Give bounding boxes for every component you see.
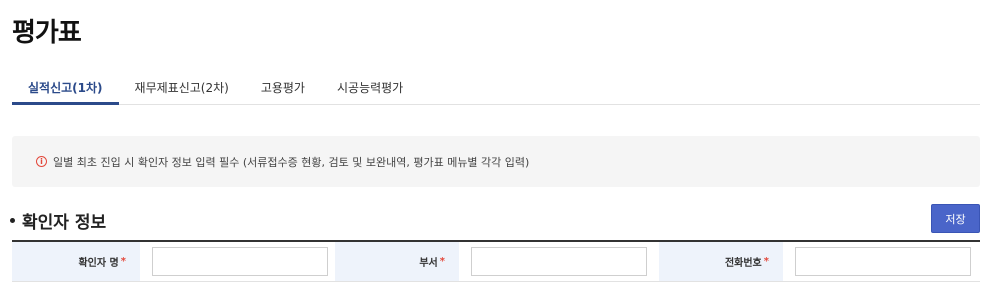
verifier-name-cell [140,242,335,281]
save-button[interactable]: 저장 [931,204,980,233]
phone-input[interactable] [795,247,971,276]
info-icon: i [36,156,47,167]
tab-financial-statement-report[interactable]: 재무제표신고(2차) [119,74,245,105]
department-label: 부서 * [335,242,459,281]
section-title-text: 확인자 정보 [22,213,107,233]
verifier-form-table: 확인자 명 * 부서 * 전화번호 * [12,240,980,282]
bullet-icon [10,218,15,223]
department-cell [459,242,659,281]
required-mark: * [763,256,769,267]
tab-construction-capability-evaluation[interactable]: 시공능력평가 [321,74,419,105]
department-input[interactable] [471,247,647,276]
section-title: 확인자 정보 [10,208,106,233]
phone-cell [783,242,980,281]
phone-label-text: 전화번호 [724,258,762,269]
department-label-text: 부서 [419,258,438,269]
verifier-name-label: 확인자 명 * [12,242,140,281]
required-mark: * [439,256,445,267]
notice-text: 일별 최초 진입 시 확인자 정보 입력 필수 (서류접수증 현황, 검토 및 … [53,155,530,169]
verifier-name-label-text: 확인자 명 [78,258,119,269]
tab-employment-evaluation[interactable]: 고용평가 [245,74,321,105]
tab-performance-report[interactable]: 실적신고(1차) [12,74,119,105]
required-mark: * [120,256,126,267]
verifier-name-input[interactable] [152,247,328,276]
notice-box: i 일별 최초 진입 시 확인자 정보 입력 필수 (서류접수증 현황, 검토 … [12,136,980,187]
tab-bar: 실적신고(1차) 재무제표신고(2차) 고용평가 시공능력평가 [12,74,980,105]
page-title: 평가표 [12,18,82,48]
phone-label: 전화번호 * [659,242,783,281]
